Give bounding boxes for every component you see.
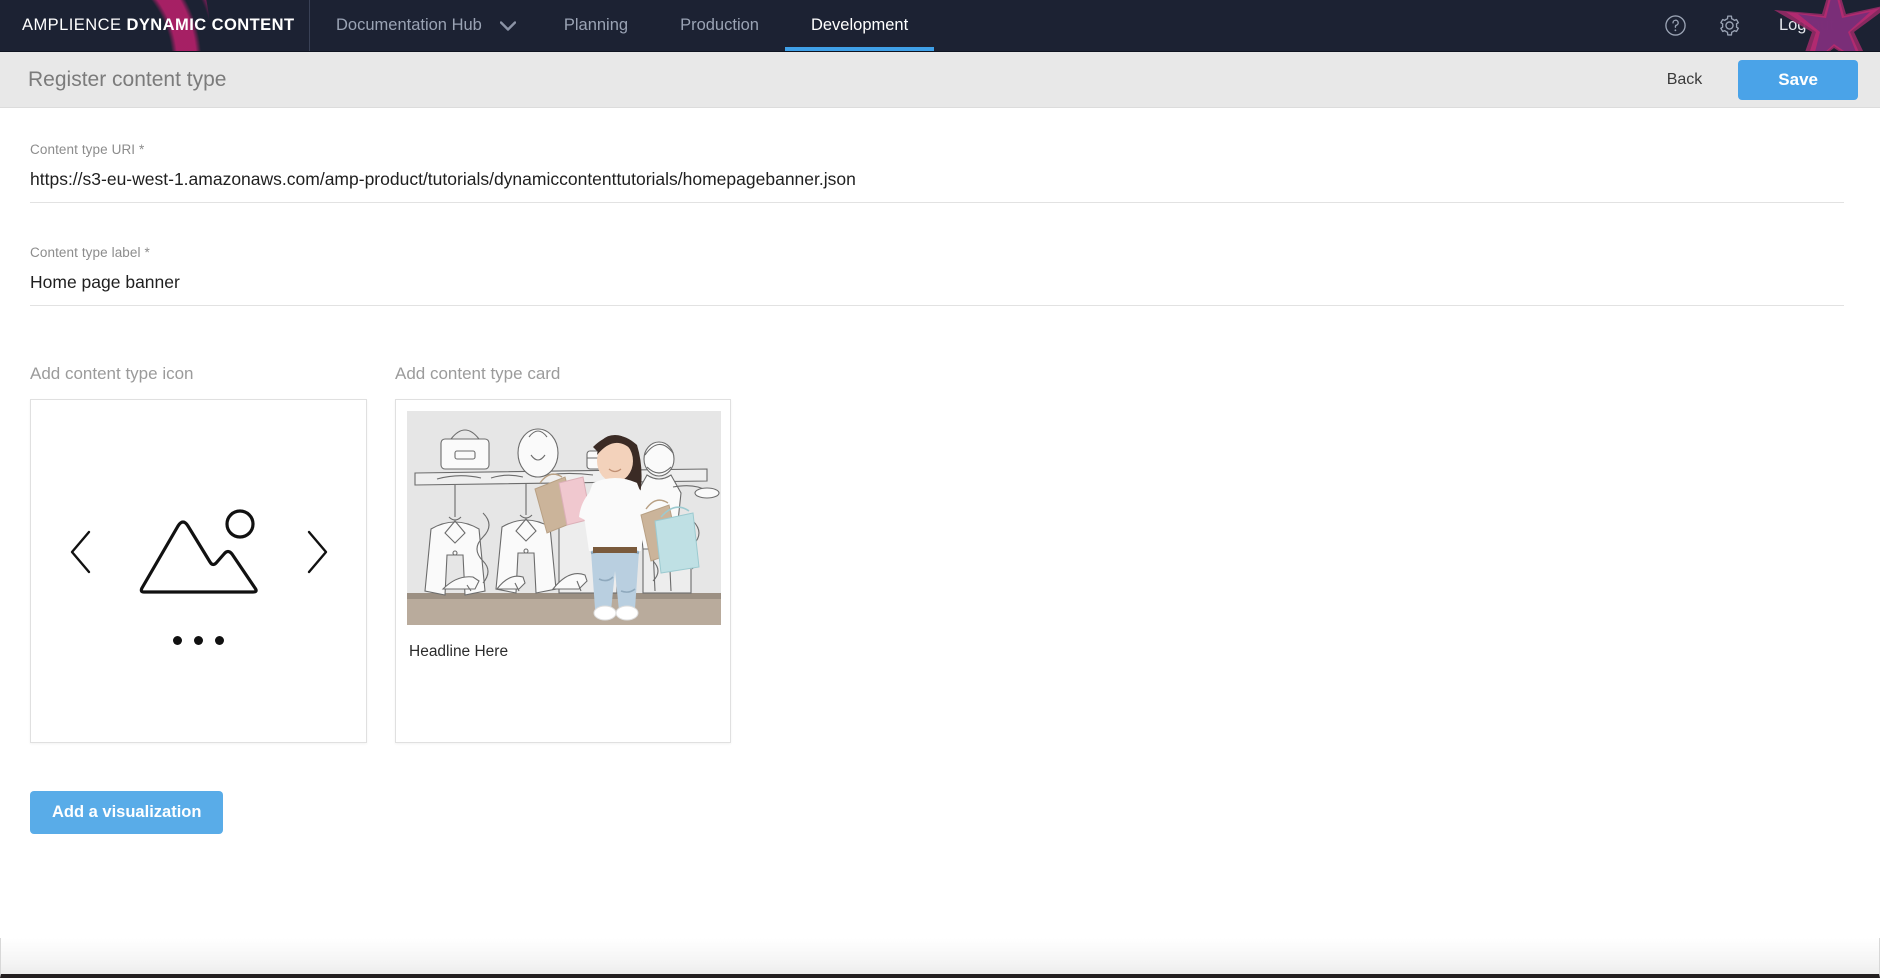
nav-item-production[interactable]: Production	[654, 0, 785, 51]
window-bottom-edge	[0, 938, 1880, 978]
page-action-bar: Register content type Back Save	[0, 52, 1880, 108]
nav-item-planning[interactable]: Planning	[538, 0, 654, 51]
content-type-uri-input[interactable]	[30, 169, 1844, 203]
chevron-down-icon[interactable]	[492, 0, 538, 51]
carousel-pager-dots[interactable]	[173, 635, 224, 645]
nav-right-actions: Log out	[1649, 0, 1880, 51]
chevron-right-icon[interactable]	[304, 529, 330, 575]
icon-carousel	[68, 504, 330, 600]
content-type-icon-preview[interactable]	[30, 399, 367, 743]
brand-logo[interactable]: AMPLIENCE DYNAMIC CONTENT	[0, 0, 310, 51]
field-content-type-label: Content type label *	[30, 245, 1844, 306]
pager-dot[interactable]	[215, 635, 224, 645]
chevron-left-icon[interactable]	[68, 529, 94, 575]
pager-dot[interactable]	[173, 635, 182, 645]
brand-title: AMPLIENCE DYNAMIC CONTENT	[22, 16, 295, 35]
field-label: Content type label *	[30, 245, 150, 260]
field-label: Content type URI *	[30, 142, 145, 157]
save-button[interactable]: Save	[1738, 59, 1858, 100]
image-placeholder-icon	[139, 508, 258, 594]
content-type-icon-section: Add content type icon	[30, 364, 367, 743]
top-navigation-bar: AMPLIENCE DYNAMIC CONTENT Documentation …	[0, 0, 1880, 52]
content-type-card-preview[interactable]: Headline Here	[395, 399, 731, 743]
form-content: Content type URI * Content type label * …	[0, 108, 1880, 978]
content-type-icon-label: Add content type icon	[30, 364, 194, 383]
content-type-label-input[interactable]	[30, 272, 1844, 306]
nav-item-label: Planning	[563, 16, 629, 34]
nav-item-development[interactable]: Development	[784, 0, 935, 51]
content-type-card-section: Add content type card Headline Here	[395, 364, 731, 743]
main-nav: Documentation Hub Planning Production De…	[310, 0, 1880, 51]
logout-button[interactable]: Log out	[1757, 16, 1852, 35]
nav-item-label: Development	[810, 16, 909, 34]
back-button[interactable]: Back	[1649, 63, 1721, 97]
field-content-type-uri: Content type URI *	[30, 142, 1844, 203]
app-window: AMPLIENCE DYNAMIC CONTENT Documentation …	[0, 0, 1880, 978]
gear-icon[interactable]	[1703, 0, 1757, 51]
shopping-scene-illustration	[407, 411, 721, 625]
nav-item-label: Documentation Hub	[336, 16, 482, 34]
nav-item-documentation-hub[interactable]: Documentation Hub	[310, 0, 492, 51]
content-type-card-label: Add content type card	[395, 364, 561, 383]
visualization-row: Add content type icon Add content type c…	[30, 364, 1844, 743]
brand-prefix: AMPLIENCE	[22, 16, 127, 34]
add-visualization-button[interactable]: Add a visualization	[30, 791, 224, 834]
page-title: Register content type	[28, 67, 227, 91]
nav-item-label: Production	[680, 16, 759, 34]
help-circle-icon[interactable]	[1649, 0, 1703, 51]
pager-dot[interactable]	[194, 635, 203, 645]
card-headline: Headline Here	[409, 643, 509, 660]
card-preview-image	[407, 411, 721, 625]
brand-bold: DYNAMIC CONTENT	[126, 16, 295, 34]
